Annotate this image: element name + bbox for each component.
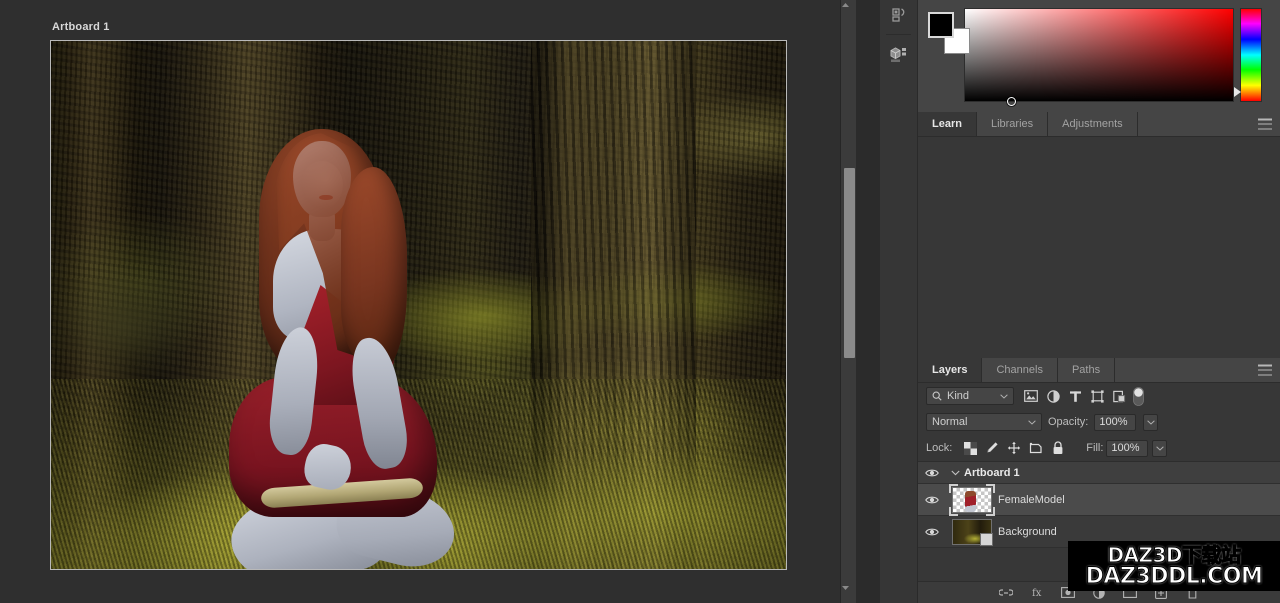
svg-text:fx: fx: [1032, 588, 1042, 599]
layer-thumbnail-background[interactable]: [946, 519, 998, 545]
fill-input[interactable]: 100%: [1106, 440, 1148, 457]
watermark-line-2: DAZ3DDL.COM: [1086, 566, 1263, 588]
lock-row[interactable]: Lock:: [918, 435, 1280, 461]
site-watermark: DAZ3D下载站 DAZ3DDL.COM: [1068, 541, 1280, 591]
shape-layer-filter-icon[interactable]: [1086, 386, 1108, 406]
hue-slider[interactable]: [1240, 8, 1262, 102]
tab-paths[interactable]: Paths: [1058, 358, 1115, 382]
thumbnail-figure: [965, 491, 976, 512]
lock-all-icon[interactable]: [1049, 439, 1067, 457]
rail-divider: [886, 34, 911, 35]
panel-icon-rail[interactable]: [880, 0, 918, 603]
opacity-input[interactable]: 100%: [1094, 414, 1136, 431]
layer-thumbnail-femalemodel[interactable]: [946, 487, 998, 513]
adjustment-layer-filter-icon[interactable]: [1042, 386, 1064, 406]
layers-panel-menu-icon[interactable]: [1258, 365, 1272, 376]
scrollbar-thumb[interactable]: [844, 168, 855, 358]
tab-channels[interactable]: Channels: [982, 358, 1057, 382]
lock-icon-group[interactable]: [961, 439, 1067, 457]
scroll-up-arrow-icon[interactable]: [841, 2, 857, 18]
smart-object-badge-icon: [980, 533, 993, 546]
group-expand-chevron-icon[interactable]: [946, 470, 964, 476]
lock-position-icon[interactable]: [1005, 439, 1023, 457]
upper-dock-menu-icon[interactable]: [1258, 119, 1272, 130]
fill-label: Fill:: [1086, 442, 1103, 454]
scroll-down-arrow-icon[interactable]: [841, 585, 857, 601]
layer-style-icon[interactable]: fx: [1030, 585, 1045, 600]
photoshop-window: Artboard 1: [0, 0, 1280, 603]
foreground-color-swatch[interactable]: [928, 12, 954, 38]
properties-panel-icon[interactable]: [880, 0, 918, 30]
right-panel-dock: Learn Libraries Adjustments Layers Chann…: [918, 0, 1280, 603]
canvas-vertical-scrollbar[interactable]: [840, 0, 856, 603]
layer-filter-row[interactable]: Kind: [918, 383, 1280, 409]
blend-mode-row[interactable]: Normal Opacity: 100%: [918, 409, 1280, 435]
layer-name-artboard-1: Artboard 1: [964, 467, 1280, 479]
pixel-layer-filter-icon[interactable]: [1020, 386, 1042, 406]
layer-name-background: Background: [998, 526, 1280, 538]
color-picker-cursor[interactable]: [1007, 97, 1016, 106]
smart-object-filter-icon[interactable]: [1108, 386, 1130, 406]
layer-visibility-toggle[interactable]: [918, 495, 946, 505]
blend-mode-select[interactable]: Normal: [926, 413, 1042, 431]
layer-row-femalemodel[interactable]: FemaleModel: [918, 484, 1280, 516]
layers-dock-tabstrip[interactable]: Layers Channels Paths: [918, 358, 1280, 383]
search-icon: [932, 391, 942, 401]
opacity-stepper-chevron-icon[interactable]: [1143, 414, 1158, 431]
lock-image-pixels-icon[interactable]: [983, 439, 1001, 457]
tab-libraries[interactable]: Libraries: [977, 112, 1048, 136]
opacity-label: Opacity:: [1048, 416, 1088, 428]
upper-dock-tabstrip[interactable]: Learn Libraries Adjustments: [918, 112, 1280, 137]
3d-panel-icon[interactable]: [880, 39, 918, 69]
document-canvas-area[interactable]: Artboard 1: [0, 0, 856, 603]
chevron-down-icon[interactable]: [1028, 420, 1036, 425]
artboard-title-label: Artboard 1: [52, 21, 110, 33]
fill-stepper-chevron-icon[interactable]: [1152, 440, 1167, 457]
prevent-artboard-nesting-icon[interactable]: [1027, 439, 1045, 457]
lock-transparent-pixels-icon[interactable]: [961, 439, 979, 457]
tab-learn[interactable]: Learn: [918, 112, 977, 136]
layer-filter-kind-label: Kind: [947, 390, 969, 402]
learn-panel-body: [918, 137, 1280, 358]
female-model-layer: [201, 89, 491, 569]
link-layers-icon[interactable]: [999, 585, 1014, 600]
tab-adjustments[interactable]: Adjustments: [1048, 112, 1138, 136]
watermark-line-1: DAZ3D下载站: [1107, 545, 1240, 565]
color-panel[interactable]: [918, 0, 1280, 112]
layer-row-artboard-1[interactable]: Artboard 1: [918, 462, 1280, 484]
layer-name-femalemodel: FemaleModel: [998, 494, 1280, 506]
tab-layers[interactable]: Layers: [918, 358, 982, 382]
blend-mode-value: Normal: [932, 416, 967, 428]
chevron-down-icon[interactable]: [1000, 394, 1008, 399]
layer-visibility-toggle[interactable]: [918, 527, 946, 537]
artboard-composition: [51, 41, 786, 569]
filter-toggle-switch[interactable]: [1132, 386, 1145, 406]
lock-label: Lock:: [926, 442, 952, 454]
artboard-canvas[interactable]: [50, 40, 787, 570]
layer-filter-kind-select[interactable]: Kind: [926, 387, 1014, 405]
hue-slider-marker[interactable]: [1234, 87, 1241, 97]
layer-visibility-toggle[interactable]: [918, 468, 946, 478]
type-layer-filter-icon[interactable]: [1064, 386, 1086, 406]
saturation-value-field[interactable]: [964, 8, 1234, 102]
